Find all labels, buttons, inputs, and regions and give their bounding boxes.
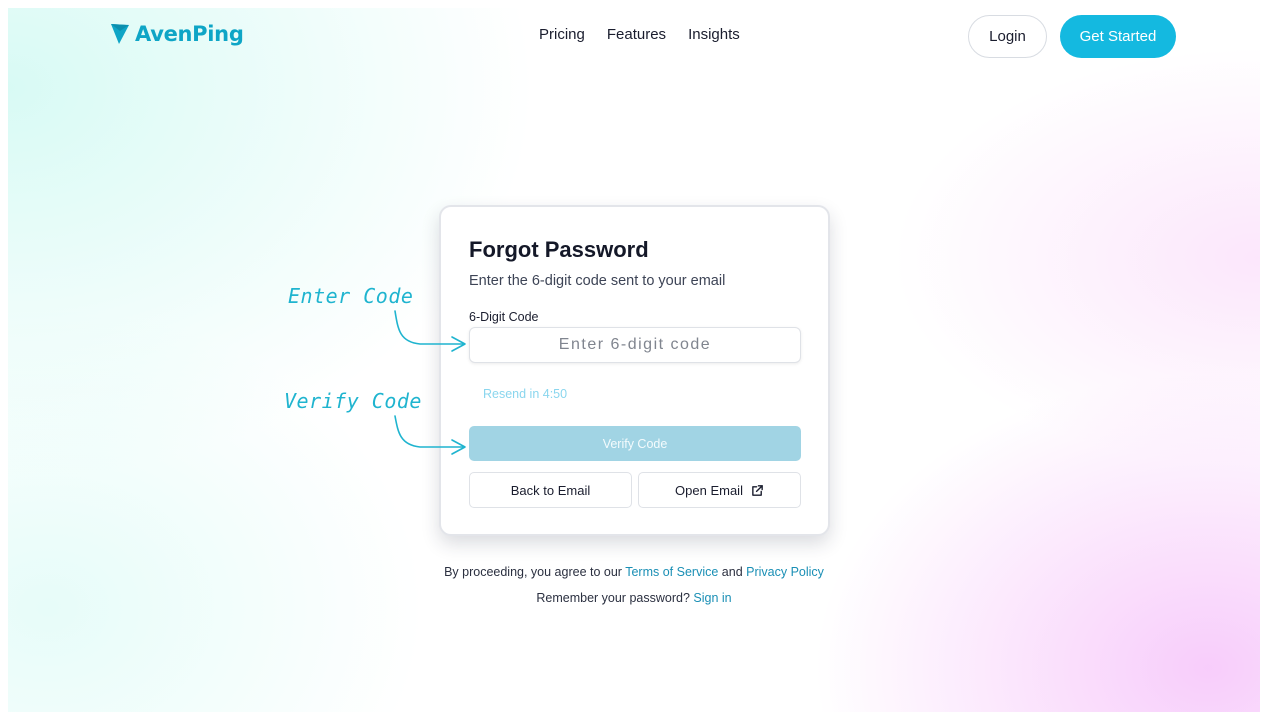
card-subtitle: Enter the 6-digit code sent to your emai… <box>469 273 726 289</box>
privacy-policy-link[interactable]: Privacy Policy <box>746 565 824 579</box>
login-button[interactable]: Login <box>968 15 1047 58</box>
page-background: AvenPing Pricing Features Insights Login… <box>8 8 1260 712</box>
open-email-label: Open Email <box>675 482 743 498</box>
nav-features-link[interactable]: Features <box>607 26 666 43</box>
code-input[interactable] <box>469 327 801 363</box>
legal-notice: By proceeding, you agree to our Terms of… <box>8 565 1260 579</box>
brand-name: AvenPing <box>135 22 244 46</box>
main-nav: Pricing Features Insights <box>539 26 740 43</box>
code-field-label: 6-Digit Code <box>469 310 539 324</box>
terms-of-service-link[interactable]: Terms of Service <box>625 565 718 579</box>
logo-icon <box>111 24 129 44</box>
external-link-icon <box>752 484 763 496</box>
legal-and: and <box>721 565 743 579</box>
nav-insights-link[interactable]: Insights <box>688 26 740 43</box>
get-started-button[interactable]: Get Started <box>1060 15 1176 58</box>
top-nav-bar: AvenPing Pricing Features Insights Login… <box>8 8 1260 64</box>
back-to-email-button[interactable]: Back to Email <box>469 472 632 508</box>
verify-code-button[interactable]: Verify Code <box>469 426 801 461</box>
card-title: Forgot Password <box>469 237 649 262</box>
forgot-password-card: Forgot Password Enter the 6-digit code s… <box>439 205 830 536</box>
nav-pricing-link[interactable]: Pricing <box>539 26 585 43</box>
remember-password-text: Remember your password? Sign in <box>8 591 1260 605</box>
open-email-button[interactable]: Open Email <box>638 472 801 508</box>
legal-prefix: By proceeding, you agree to our <box>444 565 622 579</box>
back-to-email-label: Back to Email <box>510 482 591 498</box>
remember-prefix: Remember your password? <box>536 591 690 605</box>
resend-countdown: Resend in 4:50 <box>483 387 568 401</box>
annotation-verify-code: Verify Code <box>284 389 422 413</box>
annotation-enter-code: Enter Code <box>288 284 414 308</box>
brand-logo[interactable]: AvenPing <box>109 22 244 46</box>
sign-in-link[interactable]: Sign in <box>693 591 731 605</box>
